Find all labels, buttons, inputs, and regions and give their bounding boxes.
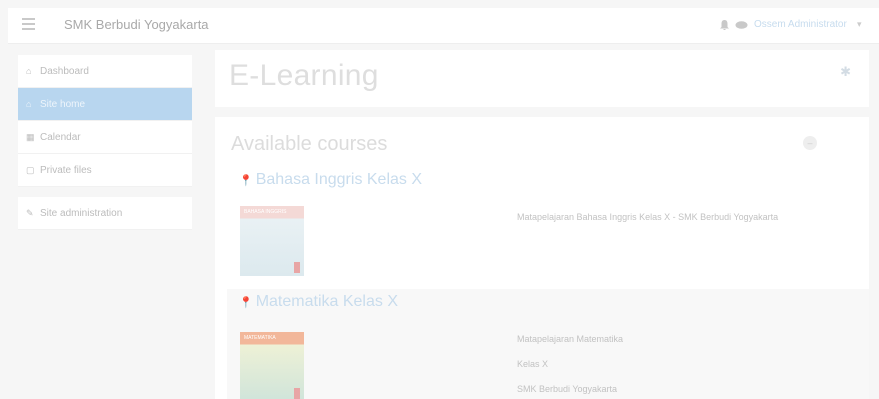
- thumbnail-tag: [294, 388, 300, 399]
- course-thumbnail[interactable]: BAHASA INGGRIS: [240, 206, 304, 276]
- hamburger-icon[interactable]: [22, 18, 35, 30]
- sidebar-item-label: Calendar: [40, 131, 81, 143]
- sidebar-item-calendar[interactable]: ▦ Calendar: [18, 121, 192, 154]
- bell-icon[interactable]: [720, 20, 729, 30]
- course-summary: SMK Berbudi Yogyakarta: [517, 384, 618, 394]
- course-item: 📍 Bahasa Inggris Kelas X BAHASA INGGRIS M…: [227, 167, 869, 287]
- course-summary: Kelas X: [517, 359, 549, 369]
- user-menu[interactable]: Ossem Administrator: [754, 19, 847, 30]
- site-name[interactable]: SMK Berbudi Yogyakarta: [64, 17, 209, 32]
- course-title: Bahasa Inggris Kelas X: [255, 171, 423, 188]
- sidebar-divider: [18, 187, 192, 197]
- file-icon: ▢: [26, 164, 35, 175]
- sidebar-item-dashboard[interactable]: ⌂ Dashboard: [18, 55, 192, 88]
- sidebar-item-label: Private files: [40, 164, 92, 176]
- calendar-icon: ▦: [26, 131, 35, 142]
- page-title: E-Learning: [229, 59, 379, 92]
- course-link[interactable]: 📍 Matematika Kelas X: [239, 293, 398, 311]
- thumbnail-label: MATEMATIKA: [244, 335, 276, 341]
- course-link[interactable]: 📍 Bahasa Inggris Kelas X: [239, 171, 422, 189]
- available-courses-panel: Available courses – 📍 Bahasa Inggris Kela…: [215, 117, 869, 399]
- sidebar-item-label: Dashboard: [40, 65, 89, 77]
- chevron-down-icon[interactable]: ▾: [857, 19, 862, 30]
- course-item: 📍 Matematika Kelas X MATEMATIKA Matapelaj…: [227, 289, 869, 399]
- pin-icon: 📍: [239, 175, 253, 187]
- sidebar-item-label: Site administration: [40, 207, 123, 219]
- wrench-icon: ✎: [26, 207, 34, 218]
- dashboard-icon: ⌂: [26, 66, 32, 76]
- section-title: Available courses: [231, 133, 388, 155]
- course-summary: Matapelajaran Bahasa Inggris Kelas X - S…: [517, 212, 779, 222]
- page-header: E-Learning ✱: [215, 50, 869, 107]
- top-navbar: SMK Berbudi Yogyakarta Ossem Administrat…: [8, 8, 879, 44]
- sidebar-item-site-administration[interactable]: ✎ Site administration: [18, 197, 192, 230]
- course-title: Matematika Kelas X: [255, 293, 398, 310]
- sidebar-item-site-home[interactable]: ⌂ Site home: [18, 88, 192, 121]
- course-thumbnail[interactable]: MATEMATIKA: [240, 332, 304, 399]
- pin-icon: 📍: [239, 297, 253, 309]
- gear-icon[interactable]: ✱: [840, 64, 851, 80]
- thumbnail-label: BAHASA INGGRIS: [244, 209, 287, 215]
- thumbnail-tag: [294, 262, 300, 273]
- chat-icon[interactable]: [735, 21, 748, 30]
- sidebar-nav: ⌂ Dashboard ⌂ Site home ▦ Calendar ▢ Pri…: [18, 55, 192, 230]
- course-summary: Matapelajaran Matematika: [517, 334, 624, 344]
- sidebar-item-label: Site home: [40, 98, 86, 110]
- collapse-icon[interactable]: –: [803, 136, 817, 150]
- home-icon: ⌂: [26, 99, 32, 109]
- sidebar-item-private-files[interactable]: ▢ Private files: [18, 154, 192, 187]
